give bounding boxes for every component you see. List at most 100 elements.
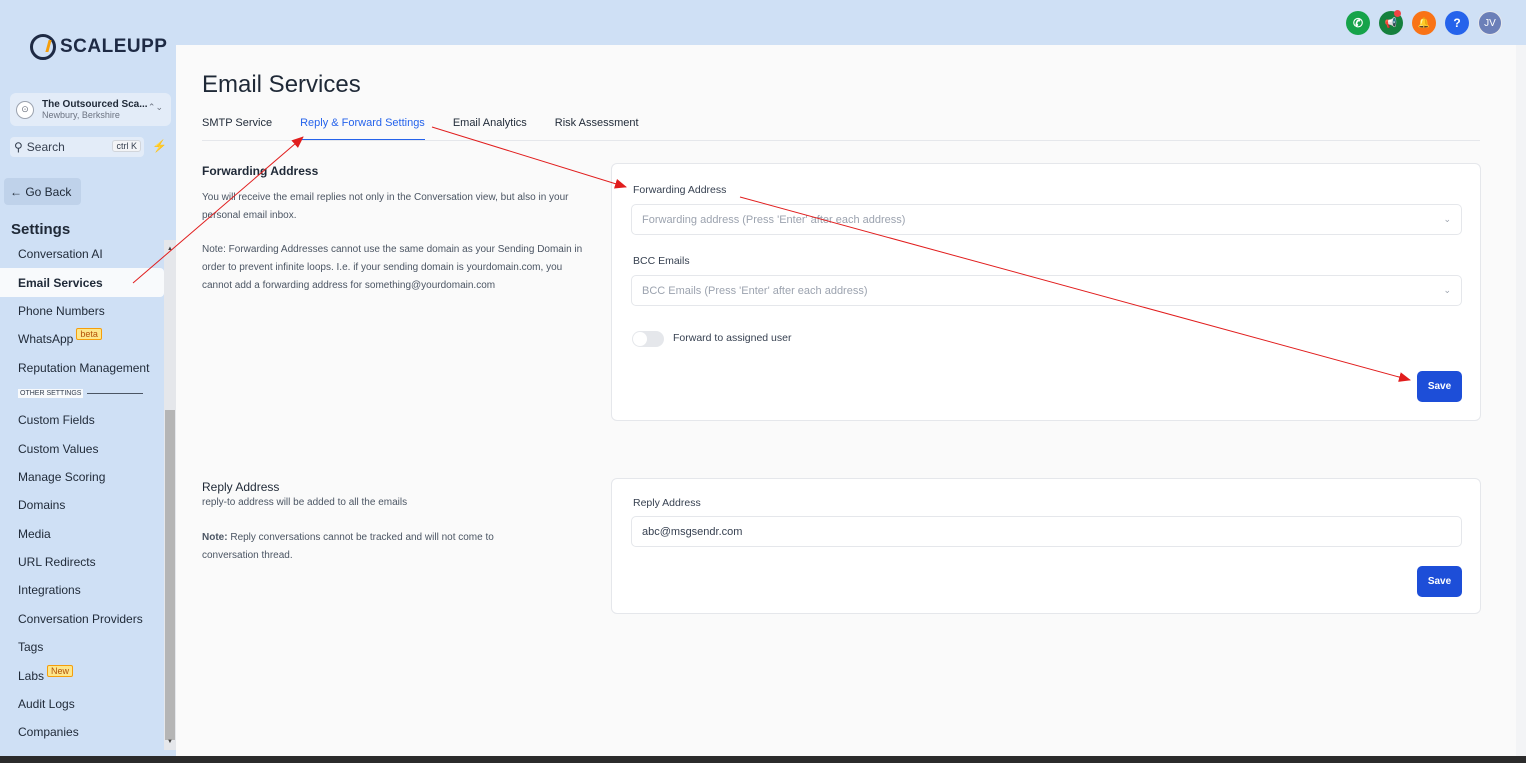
sidebar-item-label: Email Services bbox=[18, 275, 103, 290]
sidebar-item-whatsapp[interactable]: WhatsApp beta bbox=[0, 325, 164, 353]
forwarding-section-title: Forwarding Address bbox=[202, 164, 319, 178]
logo-icon bbox=[30, 34, 56, 60]
scroll-up-arrow-icon[interactable]: ▲ bbox=[167, 246, 173, 252]
bcc-emails-input[interactable]: BCC Emails (Press 'Enter' after each add… bbox=[631, 275, 1462, 306]
forwarding-note: Note: Forwarding Addresses cannot use th… bbox=[202, 244, 583, 291]
sidebar-item-url-redirects[interactable]: URL Redirects bbox=[0, 548, 164, 576]
settings-nav: Conversation AI Email Services Phone Num… bbox=[0, 240, 164, 747]
reply-address-label: Reply Address bbox=[633, 497, 701, 509]
reply-section-title: Reply Address bbox=[202, 480, 280, 494]
sidebar-item-custom-fields[interactable]: Custom Fields bbox=[0, 406, 164, 434]
sidebar-item-label: Reputation Management bbox=[18, 360, 150, 375]
help-icon[interactable]: ? bbox=[1445, 11, 1469, 35]
sidebar: SCALEUPP ⊙ The Outsourced Sca... Newbury… bbox=[0, 0, 176, 763]
sidebar-item-tags[interactable]: Tags bbox=[0, 633, 164, 661]
settings-title: Settings bbox=[11, 221, 71, 238]
page-scrollbar[interactable] bbox=[1516, 45, 1526, 763]
megaphone-icon[interactable]: 📢 bbox=[1379, 10, 1403, 35]
save-reply-button[interactable]: Save bbox=[1417, 566, 1462, 597]
forwarding-description: You will receive the email replies not o… bbox=[202, 192, 569, 221]
sidebar-item-label: Manage Scoring bbox=[18, 469, 106, 484]
sidebar-item-label: Companies bbox=[18, 725, 79, 740]
search-input[interactable]: ⚲ Search ctrl K bbox=[10, 137, 144, 157]
sidebar-item-audit-logs[interactable]: Audit Logs bbox=[0, 690, 164, 718]
sidebar-item-label: Phone Numbers bbox=[18, 303, 105, 318]
taskbar-strip bbox=[0, 756, 1526, 763]
tab-smtp-service[interactable]: SMTP Service bbox=[202, 117, 272, 141]
scroll-down-arrow-icon[interactable]: ▼ bbox=[167, 739, 173, 745]
reply-note-text: Reply conversations cannot be tracked an… bbox=[202, 532, 494, 561]
forwarding-address-placeholder: Forwarding address (Press 'Enter' after … bbox=[642, 213, 906, 226]
forwarding-card: Forwarding Address Forwarding address (P… bbox=[611, 163, 1481, 421]
brand-logo[interactable]: SCALEUPP bbox=[30, 34, 167, 60]
forwarding-address-input[interactable]: Forwarding address (Press 'Enter' after … bbox=[631, 204, 1462, 235]
sidebar-item-label: URL Redirects bbox=[18, 555, 96, 570]
sidebar-item-integrations[interactable]: Integrations bbox=[0, 576, 164, 604]
reply-description: reply-to address will be added to all th… bbox=[202, 497, 408, 508]
sidebar-item-media[interactable]: Media bbox=[0, 520, 164, 548]
reply-card: Reply Address abc@msgsendr.com Save bbox=[611, 478, 1481, 614]
sidebar-item-reputation-management[interactable]: Reputation Management bbox=[0, 354, 164, 382]
sidebar-item-label: Custom Values bbox=[18, 441, 99, 456]
avatar-initials: JV bbox=[1484, 17, 1496, 29]
reply-address-value: abc@msgsendr.com bbox=[642, 525, 743, 538]
search-label: Search bbox=[26, 140, 65, 154]
sidebar-item-conversation-providers[interactable]: Conversation Providers bbox=[0, 605, 164, 633]
account-name: The Outsourced Sca... bbox=[42, 98, 148, 110]
bell-glyph: 🔔 bbox=[1417, 17, 1431, 29]
tab-email-analytics[interactable]: Email Analytics bbox=[453, 117, 527, 141]
tab-risk-assessment[interactable]: Risk Assessment bbox=[555, 117, 639, 141]
sidebar-item-label: Labs bbox=[18, 668, 45, 683]
quick-actions-bolt-icon[interactable]: ⚡ bbox=[152, 139, 167, 153]
sidebar-item-label: Domains bbox=[18, 498, 66, 513]
sidebar-item-domains[interactable]: Domains bbox=[0, 491, 164, 519]
sidebar-scrollbar-thumb[interactable] bbox=[165, 410, 175, 740]
sidebar-item-conversation-ai[interactable]: Conversation AI bbox=[0, 240, 164, 268]
sidebar-item-phone-numbers[interactable]: Phone Numbers bbox=[0, 297, 164, 325]
phone-icon[interactable]: ✆ bbox=[1346, 11, 1370, 35]
account-switcher[interactable]: ⊙ The Outsourced Sca... Newbury, Berkshi… bbox=[10, 93, 171, 126]
tab-reply-forward-settings[interactable]: Reply & Forward Settings bbox=[300, 117, 425, 141]
bell-icon[interactable]: 🔔 bbox=[1412, 11, 1436, 35]
sidebar-item-label: Audit Logs bbox=[18, 697, 75, 712]
other-settings-divider: OTHER SETTINGS bbox=[0, 382, 164, 406]
save-forwarding-button[interactable]: Save bbox=[1417, 371, 1462, 402]
page-title: Email Services bbox=[202, 71, 361, 98]
account-location: Newbury, Berkshire bbox=[42, 109, 120, 120]
chevron-down-icon[interactable]: ⌄ bbox=[1443, 214, 1451, 225]
phone-glyph: ✆ bbox=[1352, 16, 1364, 30]
go-back-button[interactable]: ← Go Back bbox=[4, 178, 81, 205]
reply-note-bold: Note: bbox=[202, 532, 228, 543]
other-settings-label: OTHER SETTINGS bbox=[18, 389, 84, 399]
help-glyph: ? bbox=[1453, 16, 1461, 30]
bcc-emails-placeholder: BCC Emails (Press 'Enter' after each add… bbox=[642, 284, 868, 297]
sidebar-item-label: Conversation AI bbox=[18, 247, 103, 262]
sidebar-item-label: Conversation Providers bbox=[18, 611, 143, 626]
sidebar-item-companies[interactable]: Companies bbox=[0, 718, 164, 746]
forwarding-address-label: Forwarding Address bbox=[633, 184, 727, 196]
search-icon: ⚲ bbox=[14, 140, 23, 154]
tabs-divider bbox=[202, 140, 1480, 141]
beta-badge: beta bbox=[76, 328, 102, 341]
sidebar-item-labs[interactable]: Labs New bbox=[0, 661, 164, 689]
search-shortcut: ctrl K bbox=[112, 140, 141, 152]
forward-to-assigned-user-toggle[interactable] bbox=[632, 331, 664, 347]
account-avatar-icon: ⊙ bbox=[16, 100, 34, 119]
new-badge: New bbox=[47, 664, 74, 677]
divider-line bbox=[87, 393, 144, 395]
tab-bar: SMTP Service Reply & Forward Settings Em… bbox=[202, 117, 667, 141]
chevron-down-icon[interactable]: ⌄ bbox=[1443, 285, 1451, 296]
bcc-emails-label: BCC Emails bbox=[633, 255, 690, 267]
chevron-updown-icon: ⌃⌄ bbox=[147, 102, 163, 112]
forward-to-assigned-user-label: Forward to assigned user bbox=[673, 332, 792, 344]
megaphone-glyph: 📢 bbox=[1384, 17, 1398, 29]
sidebar-item-label: Integrations bbox=[18, 583, 81, 598]
reply-address-input[interactable]: abc@msgsendr.com bbox=[631, 516, 1462, 547]
sidebar-item-label: Media bbox=[18, 526, 51, 541]
user-avatar[interactable]: JV bbox=[1478, 11, 1502, 35]
notification-dot bbox=[1394, 10, 1401, 17]
sidebar-item-email-services[interactable]: Email Services bbox=[0, 268, 164, 297]
sidebar-item-manage-scoring[interactable]: Manage Scoring bbox=[0, 463, 164, 491]
sidebar-item-label: WhatsApp bbox=[18, 332, 74, 347]
sidebar-item-custom-values[interactable]: Custom Values bbox=[0, 434, 164, 462]
